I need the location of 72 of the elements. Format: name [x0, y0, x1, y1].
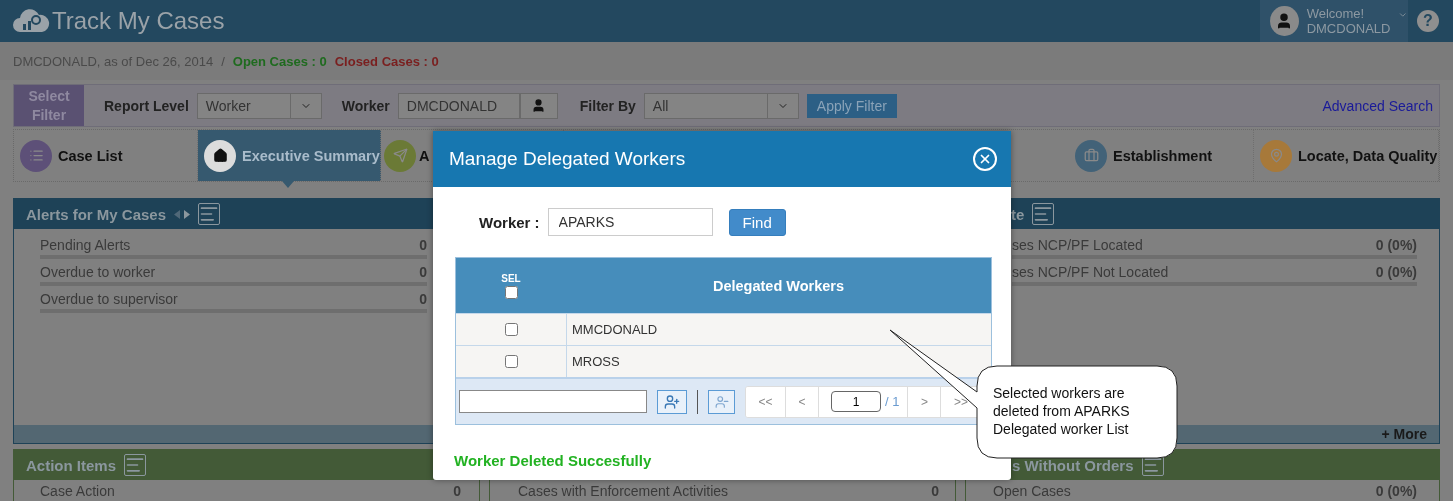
add-user-icon [664, 393, 680, 410]
metric-value: 0 (0%) [1375, 483, 1417, 501]
callout-text: Selected workers are deleted from APARKS Delegated worker List [993, 384, 1131, 438]
worker-field[interactable]: DMCDONALD [397, 92, 520, 119]
report-icon[interactable] [1032, 203, 1055, 225]
nav-tab[interactable]: Case List [14, 130, 198, 181]
select-filter-label: Select Filter [14, 85, 84, 126]
find-button[interactable]: Find [728, 208, 786, 236]
nav-tab[interactable]: Locate, Data Quality [1254, 130, 1439, 181]
panel-title: s Without Orders [1012, 456, 1134, 474]
worker-label: Worker : [479, 213, 540, 231]
success-message: Worker Deleted Succesfully [454, 452, 652, 469]
column-header: SEL [501, 272, 521, 284]
column-header: Delegated Workers [711, 276, 846, 296]
report-level-select[interactable]: Worker [196, 92, 322, 119]
metric-value: 0 (0%) [1375, 264, 1417, 282]
apply-filter-button[interactable]: Apply Filter [806, 93, 897, 118]
add-user-button[interactable] [657, 389, 687, 414]
open-cases-count: Open Cases : 0 [232, 53, 327, 69]
metric-value: 0 [419, 264, 427, 282]
report-icon[interactable] [198, 203, 221, 225]
table-cell-text: MROSS [571, 353, 621, 371]
close-button[interactable] [973, 147, 997, 171]
metric-label: Open Cases [993, 483, 1071, 501]
dialog-title: Manage Delegated Workers [449, 148, 686, 170]
search-field[interactable] [459, 390, 647, 413]
prev-next-icon[interactable] [174, 209, 191, 219]
help-button[interactable]: ? [1417, 10, 1439, 32]
row-checkbox[interactable] [504, 355, 518, 368]
worker-input[interactable]: APARKS [547, 208, 713, 236]
table-cell-text: MMCDONALD [571, 321, 659, 339]
metric-label: ses NCP/PF Not Located [1012, 264, 1169, 282]
first-page-button[interactable]: << [746, 386, 786, 417]
metric-value: 0 [931, 483, 939, 501]
person-icon [531, 98, 547, 113]
remove-user-button[interactable] [708, 389, 735, 414]
page-input[interactable]: 1 [831, 391, 881, 412]
user-picker-button[interactable] [519, 92, 558, 119]
breadcrumb-separator: / [221, 53, 225, 69]
app-title: Track My Cases [52, 7, 225, 35]
report-level-label: Report Level [104, 97, 189, 114]
row-checkbox[interactable] [504, 323, 518, 336]
caret-icon [1398, 10, 1408, 20]
closed-cases-count: Closed Cases : 0 [334, 53, 439, 69]
metric-value: 0 (0%) [1375, 237, 1417, 255]
close-icon [978, 152, 992, 166]
filter-by-label: Filter By [579, 97, 636, 114]
metric-label: Overdue to supervisor [40, 291, 178, 309]
panel-title: Action Items [26, 456, 116, 474]
panel-title: Alerts for My Cases [26, 205, 167, 223]
worker-label: Worker [341, 97, 390, 114]
page-total: / 1 [885, 394, 900, 409]
more-link[interactable]: + More [1381, 426, 1427, 442]
metric-label: Cases with Enforcement Activities [518, 483, 729, 501]
welcome-text: Welcome! [1306, 6, 1366, 21]
filter-by-select[interactable]: All [643, 92, 799, 119]
select-all-checkbox[interactable] [504, 285, 518, 299]
metric-value: 0 [419, 237, 427, 255]
panel-title: te [1011, 205, 1025, 223]
metric-label: Overdue to worker [40, 264, 156, 282]
metric-value: 0 [419, 291, 427, 309]
metric-label: ses NCP/PF Located [1012, 237, 1143, 255]
nav-tab[interactable]: Establishment [1069, 130, 1254, 181]
metric-value: 0 [453, 483, 461, 501]
metric-label: Pending Alerts [40, 237, 131, 255]
tab-pointer-icon [282, 181, 294, 188]
remove-user-icon [714, 394, 729, 409]
avatar-icon [1270, 6, 1299, 36]
advanced-search-link[interactable]: Advanced Search [1322, 97, 1433, 114]
user-menu[interactable]: Welcome! DMCDONALD [1260, 0, 1408, 42]
metric-label: Case Action [40, 483, 115, 501]
user-name: DMCDONALD [1306, 21, 1391, 36]
